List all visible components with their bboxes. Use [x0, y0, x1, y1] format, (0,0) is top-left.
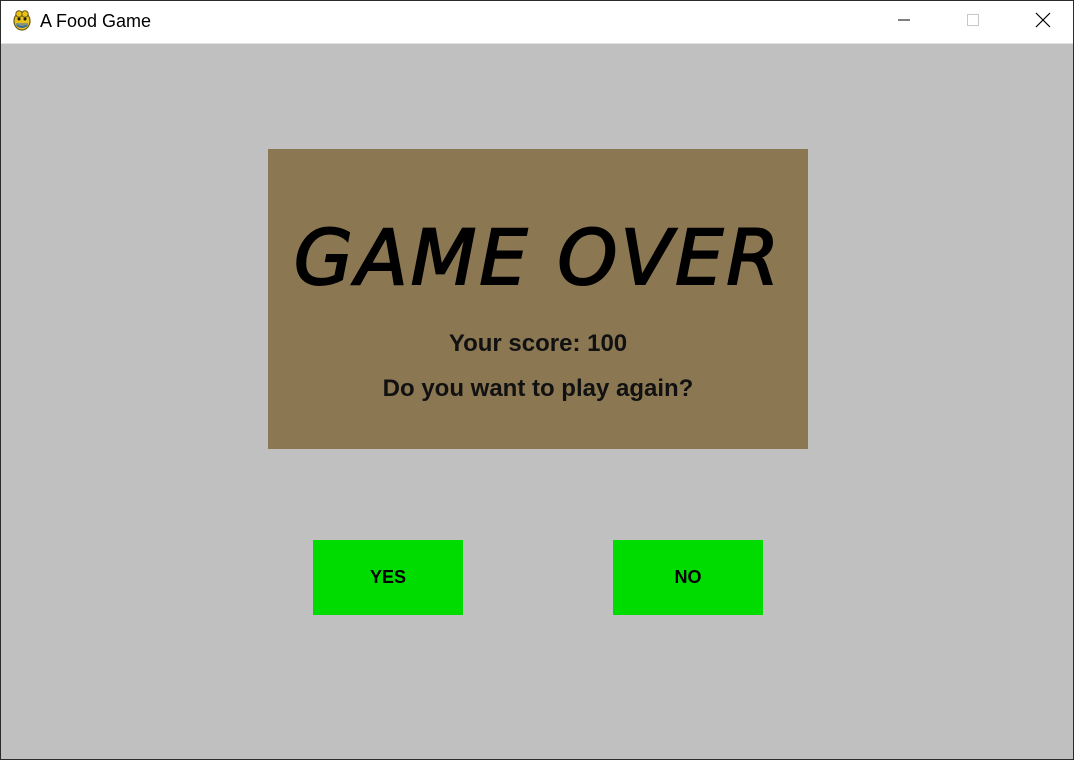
yes-button[interactable]: YES [313, 540, 463, 615]
minimize-button[interactable] [881, 1, 927, 43]
window-title: A Food Game [40, 11, 152, 31]
pygame-snake-icon [11, 8, 33, 32]
play-again-prompt: Do you want to play again? [382, 375, 694, 402]
title-bar[interactable]: A Food Game [1, 1, 1073, 44]
maximize-icon [966, 13, 980, 32]
maximize-button[interactable] [950, 1, 996, 43]
minimize-icon [897, 13, 911, 32]
score-text: Your score: 100 [448, 330, 628, 357]
no-button[interactable]: NO [613, 540, 763, 615]
close-icon [1035, 12, 1051, 33]
no-button-label: NO [674, 567, 702, 587]
game-over-panel: GAME OVER Your score: 100 Do you want to… [268, 149, 808, 449]
game-window: A Food Game GAME OVER Your score: 100 Do… [0, 0, 1074, 760]
yes-button-label: YES [369, 567, 407, 587]
game-canvas: GAME OVER Your score: 100 Do you want to… [1, 44, 1073, 759]
game-over-heading: GAME OVER [293, 213, 783, 302]
close-button[interactable] [1020, 1, 1066, 43]
